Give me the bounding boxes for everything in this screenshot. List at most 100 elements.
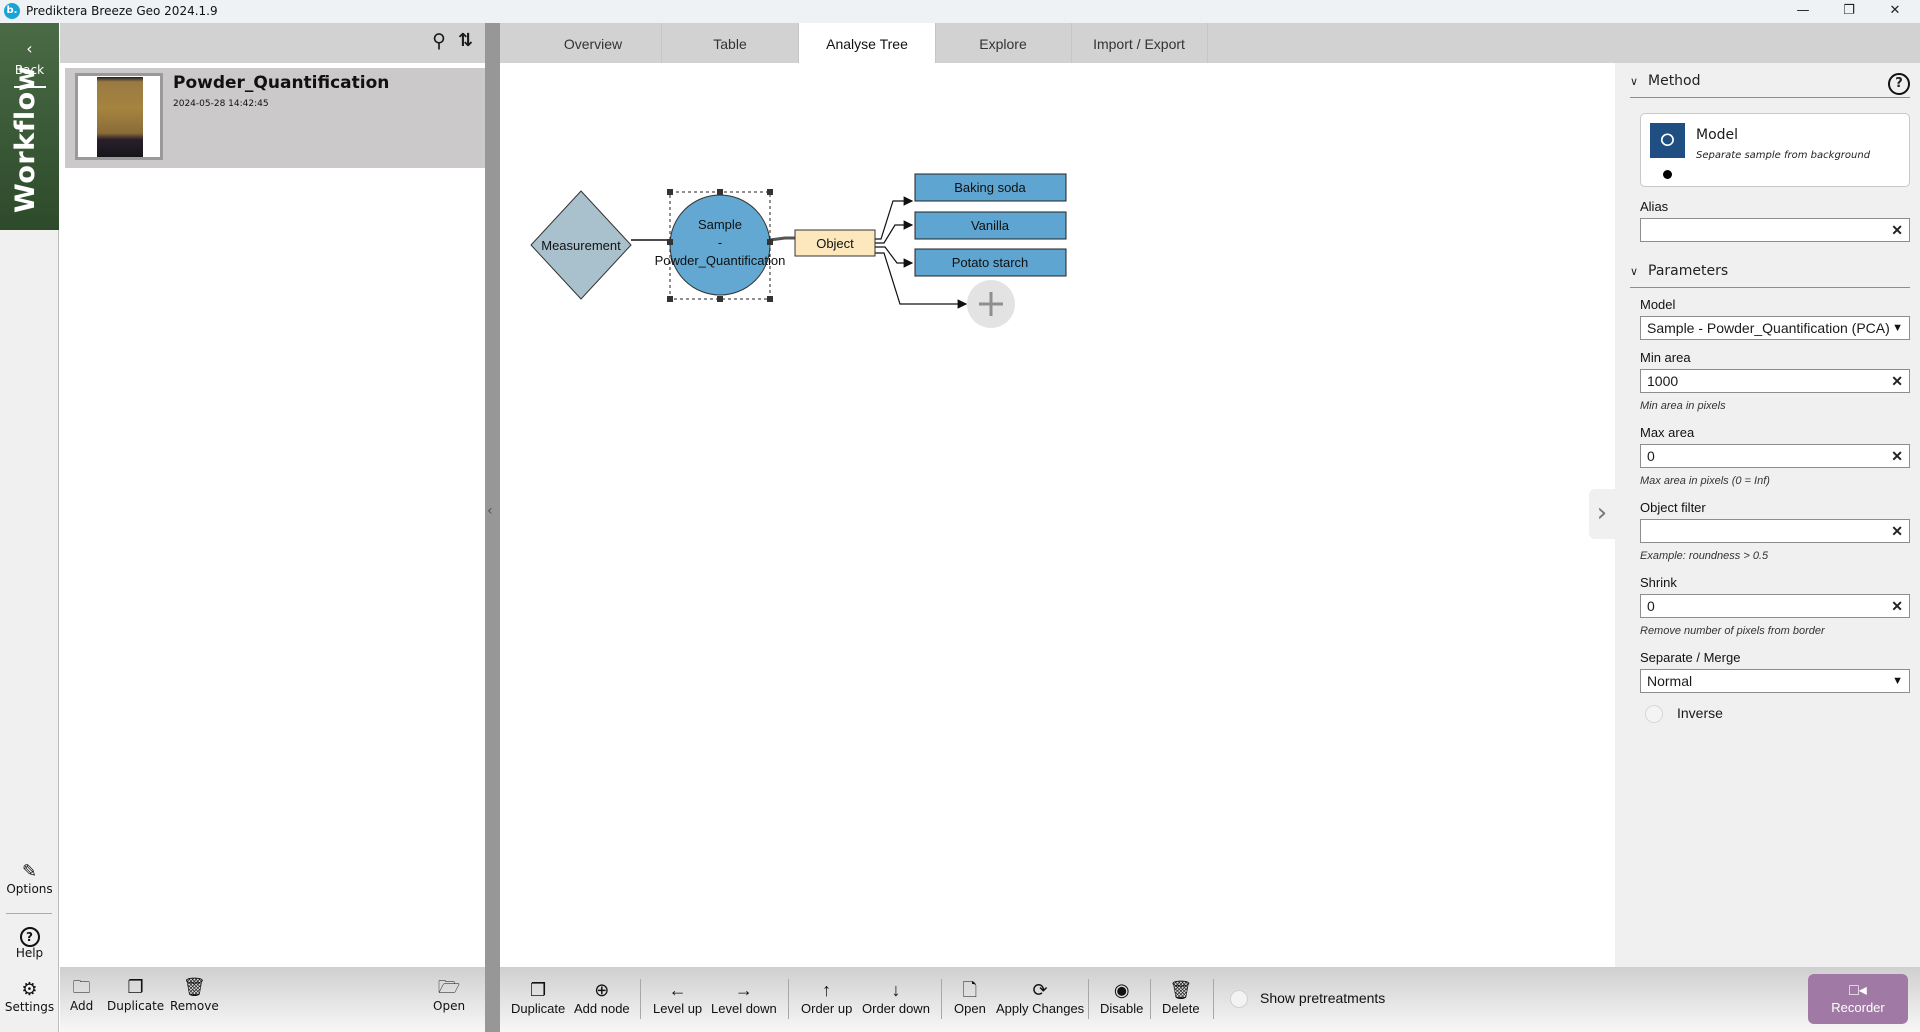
min-area-input[interactable]: 1000 ✕ [1640,369,1910,393]
class-label: Potato starch [952,255,1029,270]
close-button[interactable]: ✕ [1872,0,1918,23]
tab-import-export[interactable]: Import / Export [1071,23,1208,63]
item-title: Powder_Quantification [173,73,390,93]
duplicate-node-button[interactable]: ❐ Duplicate [511,979,565,1016]
resize-handle[interactable] [667,296,673,302]
add-node-button[interactable]: ⊕ Add node [574,979,630,1016]
collapse-left-icon[interactable]: ‹ [487,503,493,519]
max-area-value: 0 [1647,448,1655,464]
resize-handle[interactable] [717,189,723,195]
edge-sample-object [769,236,795,242]
delete-node-button[interactable]: 🗑 Delete [1162,979,1200,1016]
sample-node[interactable]: Sample - Powder_Quantification [655,189,786,302]
duplicate-label: Duplicate [107,999,165,1013]
sort-icon[interactable]: ⇅ [458,30,473,51]
inverse-checkbox[interactable]: Inverse [1645,705,1723,724]
resize-handle[interactable] [767,189,773,195]
separate-merge-value: Normal [1647,673,1693,689]
order-down-button[interactable]: ↓ Order down [862,979,930,1016]
measurement-node[interactable]: Measurement [530,190,632,300]
clear-icon[interactable]: ✕ [1891,595,1903,617]
button-label: Apply Changes [996,1001,1085,1016]
resize-handle[interactable] [667,189,673,195]
thumbnail-image [97,77,143,157]
apply-changes-button[interactable]: ⟳ Apply Changes [996,979,1084,1016]
class-node-vanilla[interactable]: Vanilla [914,211,1067,240]
left-panel-header: ⚲ ⇅ [60,23,485,63]
button-label: Open [954,1001,986,1016]
measurement-label: Measurement [541,238,621,253]
clear-icon[interactable]: ✕ [1891,445,1903,467]
alias-input[interactable]: ✕ [1640,218,1910,242]
remove-button[interactable]: 🗑 Remove [170,977,219,1013]
model-hierarchy-icon: ⭘ [1650,123,1685,158]
recorder-button[interactable]: □◂ Recorder [1808,974,1908,1024]
shrink-label: Shrink [1640,575,1677,590]
tab-analyse-tree[interactable]: Analyse Tree [799,23,936,63]
tab-explore[interactable]: Explore [935,23,1072,63]
divider [640,979,641,1019]
search-icon[interactable]: ⚲ [432,30,446,52]
tab-table[interactable]: Table [662,23,799,63]
pencil-icon: ✎ [21,861,38,882]
max-area-input[interactable]: 0 ✕ [1640,444,1910,468]
expand-right-chevron-icon[interactable]: › [1589,489,1615,539]
method-card[interactable]: ⭘ Model Separate sample from background [1640,113,1910,187]
inverse-label: Inverse [1677,705,1723,721]
show-pretreatments-radio[interactable] [1230,990,1248,1009]
resize-handle[interactable] [767,239,773,245]
resize-handle[interactable] [667,239,673,245]
resize-handle[interactable] [767,296,773,302]
settings-label: Settings [4,1000,55,1014]
max-area-hint: Max area in pixels (0 = Inf) [1640,475,1770,487]
disable-button[interactable]: ◉ Disable [1100,979,1143,1016]
properties-panel: ∨ Method ? ⭘ Model Separate sample from b… [1615,63,1920,967]
button-label: Level down [711,1001,777,1016]
help-icon[interactable]: ? [1888,73,1910,95]
shrink-input[interactable]: 0 ✕ [1640,594,1910,618]
tree-diagram: Measurement Sample - Powder_Quantificati… [530,173,1067,328]
class-node-potato-starch[interactable]: Potato starch [914,248,1067,277]
toggle-icon: ◉ [1113,980,1130,1000]
minimize-button[interactable]: — [1780,0,1826,23]
remove-label: Remove [170,999,219,1013]
edge-object-class-2 [875,220,914,244]
add-class-button[interactable] [967,280,1015,328]
order-up-button[interactable]: ↑ Order up [801,979,852,1016]
clear-icon[interactable]: ✕ [1891,219,1903,241]
method-section-header[interactable]: ∨ Method ? [1630,73,1910,98]
separate-merge-select[interactable]: Normal ▼ [1640,669,1910,693]
model-label: Model [1640,297,1676,312]
analyse-tree-canvas[interactable]: Measurement Sample - Powder_Quantificati… [500,63,1615,967]
help-button[interactable]: ? Help [0,926,59,960]
restore-button[interactable]: ❐ [1826,0,1872,23]
settings-button[interactable]: ⚙ Settings [0,980,59,1015]
panel-splitter[interactable]: ‹ [485,23,500,1032]
duplicate-button[interactable]: ❐ Duplicate [107,977,164,1013]
tab-overview[interactable]: Overview [525,23,662,63]
open-button[interactable]: 🗁 Open [433,977,465,1013]
open-label: Open [433,999,466,1013]
object-filter-input[interactable]: ✕ [1640,519,1910,543]
resize-handle[interactable] [717,296,723,302]
open-node-button[interactable]: 🗋 Open [954,979,986,1016]
level-down-button[interactable]: → Level down [711,979,777,1016]
folder-add-icon: 🗀 [72,977,91,998]
object-filter-label: Object filter [1640,500,1706,515]
model-select[interactable]: Sample - Powder_Quantification (PCA) ▼ [1640,316,1910,340]
level-up-button[interactable]: ← Level up [653,979,702,1016]
clear-icon[interactable]: ✕ [1891,520,1903,542]
inverse-radio[interactable] [1645,705,1663,724]
add-button[interactable]: 🗀 Add [70,977,93,1013]
divider [1150,979,1151,1019]
arrow-up-icon: ↑ [822,980,832,1000]
recorder-label: Recorder [1831,1000,1885,1015]
object-node[interactable]: Object [794,229,876,257]
options-button[interactable]: ✎ Options [0,861,59,897]
clear-icon[interactable]: ✕ [1891,370,1903,392]
show-pretreatments-toggle[interactable]: Show pretreatments [1230,990,1385,1009]
parameters-section-header[interactable]: ∨ Parameters [1630,263,1910,288]
tree-toolbar: ❐ Duplicate ⊕ Add node ← Level up → Level do… [500,967,1920,1032]
back-chevron-icon[interactable]: ‹ [0,39,59,58]
class-node-baking-soda[interactable]: Baking soda [914,173,1067,202]
